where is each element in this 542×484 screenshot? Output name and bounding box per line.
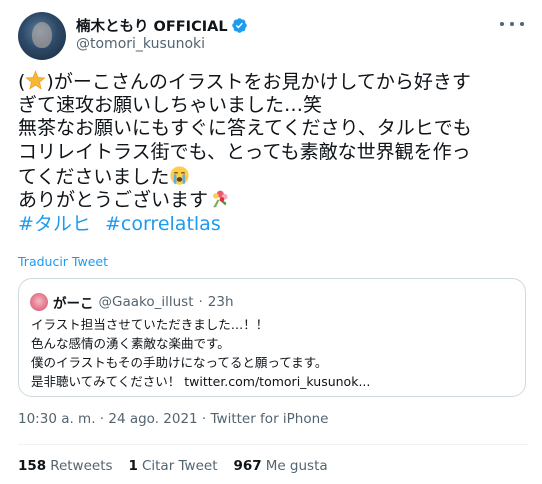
more-options-icon[interactable] — [500, 16, 524, 32]
translate-tweet-link[interactable]: Traducir Tweet — [18, 254, 108, 269]
quoted-tweet-header: がーこ @Gaako_illust · 23h — [30, 292, 234, 312]
author-avatar[interactable] — [18, 12, 66, 60]
verified-badge-icon — [231, 18, 247, 33]
crying-face-emoji-icon — [170, 166, 190, 185]
author-name-row[interactable]: 楠木ともり OFFICIAL — [76, 15, 248, 36]
quote-tweets-count[interactable]: 1 Citar Tweet — [129, 458, 218, 474]
quoted-line: 色んな感情の湧く素敵な楽曲です。 — [31, 336, 230, 351]
quoted-tweet[interactable]: がーこ @Gaako_illust · 23h イラスト担当させていただきました… — [18, 278, 526, 397]
bouquet-emoji-icon — [213, 191, 228, 208]
separator-dot: · — [198, 294, 203, 310]
quoted-line: 僕のイラストもその手助けになってると願ってます。 — [31, 355, 328, 370]
divider — [18, 444, 528, 445]
tweet-line: てくださいました — [18, 165, 530, 189]
tweet-stats: 158 Retweets 1 Citar Tweet 967 Me gusta — [18, 458, 328, 474]
quoted-author-handle: @Gaako_illust — [98, 294, 194, 310]
quoted-line: イラスト担当させていただきました…！！ — [31, 317, 269, 332]
hashtags: #タルヒ #correlatlas — [18, 212, 530, 236]
quoted-tweet-body: イラスト担当させていただきました…！！ 色んな感情の湧く素敵な楽曲です。 僕のイ… — [31, 315, 517, 391]
tweet-line: コリレイトラス街でも、とっても素敵な世界観を作っ — [18, 141, 471, 164]
quoted-line: 是非聴いてみてください！ twitter.com/tomori_kusunok.… — [31, 374, 371, 389]
tweet-line: ありがとうございます — [18, 188, 530, 212]
hashtag-link[interactable]: #タルヒ — [18, 213, 91, 235]
hashtag-link[interactable]: #correlatlas — [105, 213, 221, 235]
tweet-line: 無茶なお願いにもすぐに答えてくださり、タルヒでも — [18, 117, 472, 140]
likes-count[interactable]: 967 Me gusta — [234, 458, 328, 474]
author-handle[interactable]: @tomori_kusunoki — [76, 36, 205, 52]
retweets-count[interactable]: 158 Retweets — [18, 458, 113, 474]
tweet-line: ぎて速攻お願いしちゃいました…笑 — [18, 93, 323, 116]
tweet-header: 楠木ともり OFFICIAL @tomori_kusunoki — [18, 12, 528, 60]
star-emoji-icon — [25, 70, 47, 90]
author-display-name[interactable]: 楠木ともり OFFICIAL — [76, 15, 228, 36]
quoted-author-avatar — [30, 293, 48, 311]
quoted-author-name: がーこ — [53, 296, 94, 312]
tweet-text: ()がーこさんのイラストをお見かけしてから好きす ぎて速攻お願いしちゃいました…… — [18, 70, 530, 236]
tweet-timestamp[interactable]: 10:30 a. m. · 24 ago. 2021 · Twitter for… — [18, 411, 328, 427]
quoted-tweet-time: 23h — [207, 294, 234, 310]
tweet-line: ()がーこさんのイラストをお見かけしてから好きす — [18, 70, 471, 93]
